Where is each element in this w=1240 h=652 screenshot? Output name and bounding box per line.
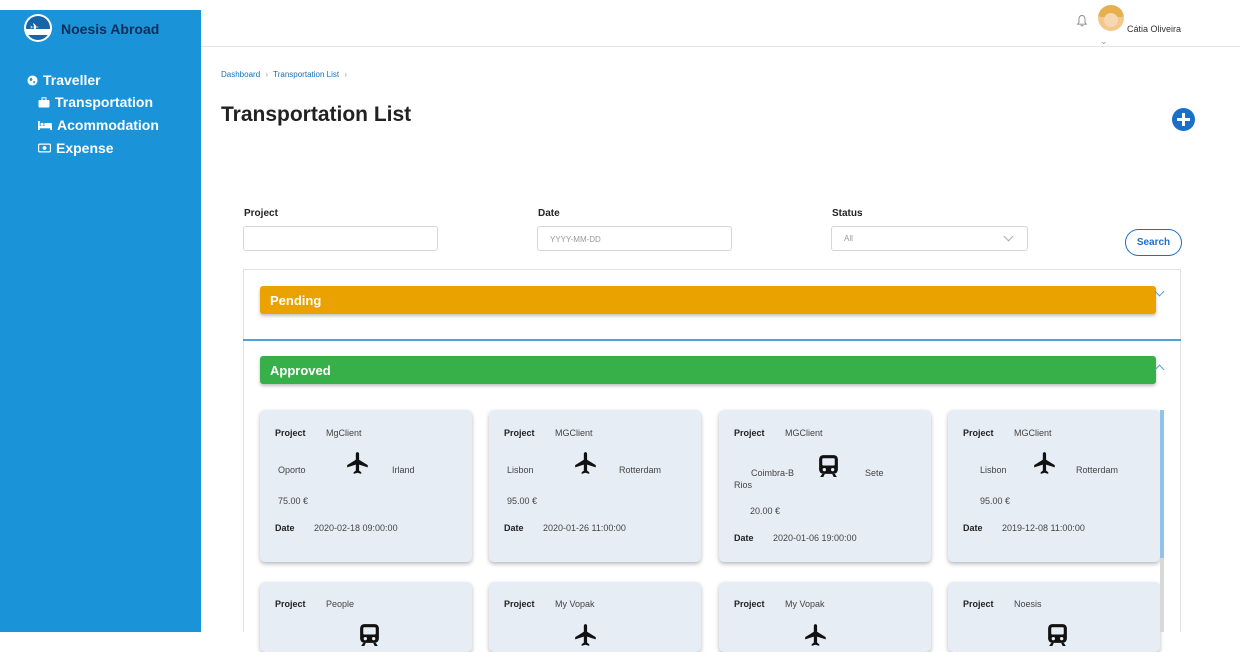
- logo-icon: ✈: [24, 14, 52, 42]
- brand[interactable]: ✈ Noesis Abroad: [0, 10, 201, 47]
- sidebar-item-traveller[interactable]: Traveller: [27, 72, 101, 88]
- card-project-value: My Vopak: [785, 599, 825, 609]
- project-filter-input[interactable]: [243, 226, 438, 251]
- approved-group-header[interactable]: Approved: [260, 356, 1156, 384]
- transport-card[interactable]: Project MGClient Lisbon Rotterdam 95.00 …: [948, 410, 1160, 562]
- card-project-label: Project: [275, 599, 306, 609]
- card-price: 20.00 €: [750, 506, 781, 516]
- breadcrumb-separator: ›: [265, 70, 269, 79]
- page-title: Transportation List: [221, 103, 412, 126]
- date-filter-input[interactable]: YYYY-MM-DD: [537, 226, 732, 251]
- date-filter-label: Date: [538, 208, 560, 219]
- card-project-label: Project: [504, 428, 535, 438]
- train-icon: [816, 453, 841, 478]
- card-project-value: Noesis: [1014, 599, 1042, 609]
- card-project-value: MGClient: [785, 428, 823, 438]
- sidebar-item-label: Expense: [56, 140, 114, 156]
- card-price: 95.00 €: [507, 496, 538, 506]
- search-button[interactable]: Search: [1125, 229, 1182, 256]
- card-project-label: Project: [275, 428, 306, 438]
- transport-card[interactable]: Project MGClient Lisbon Rotterdam 95.00 …: [489, 410, 701, 562]
- card-project-value: My Vopak: [555, 599, 595, 609]
- date-filter-placeholder: YYYY-MM-DD: [550, 235, 601, 244]
- bell-icon[interactable]: [1076, 14, 1088, 28]
- card-project-label: Project: [734, 428, 765, 438]
- card-origin: Oporto: [278, 465, 306, 475]
- card-project-value: MGClient: [1014, 428, 1052, 438]
- card-date-label: Date: [504, 523, 524, 533]
- breadcrumb-separator: ›: [344, 70, 347, 79]
- card-origin-line2: Rios: [734, 480, 753, 490]
- add-transportation-button[interactable]: [1172, 108, 1195, 131]
- plane-icon: [573, 450, 599, 476]
- card-project-value: MGClient: [555, 428, 593, 438]
- card-destination: Rotterdam: [1076, 465, 1119, 475]
- transport-card[interactable]: Project People: [260, 582, 472, 652]
- chevron-down-icon: [1003, 231, 1014, 242]
- breadcrumb: Dashboard › Transportation List ›: [221, 70, 347, 79]
- card-date-label: Date: [963, 523, 983, 533]
- app-name: Noesis Abroad: [61, 21, 160, 37]
- card-destination: Sete: [865, 468, 884, 478]
- status-filter-value: All: [844, 234, 853, 243]
- train-icon: [357, 622, 382, 647]
- user-name[interactable]: Cátia Oliveira: [1127, 24, 1181, 34]
- globe-icon: [27, 74, 38, 86]
- scrollbar-thumb[interactable]: [1160, 410, 1164, 558]
- card-project-value: MgClient: [326, 428, 362, 438]
- card-date-label: Date: [275, 523, 295, 533]
- card-price: 75.00 €: [278, 496, 309, 506]
- card-origin: Coimbra-B: [751, 468, 795, 478]
- breadcrumb-link-transportation-list[interactable]: Transportation List: [273, 70, 339, 79]
- divider: [243, 339, 1181, 341]
- card-date-label: Date: [734, 533, 754, 543]
- project-filter-label: Project: [244, 208, 278, 219]
- card-date-value: 2019-12-08 11:00:00: [1002, 523, 1085, 533]
- card-origin: Lisbon: [980, 465, 1007, 475]
- card-project-label: Project: [734, 599, 765, 609]
- card-project-value: People: [326, 599, 355, 609]
- card-destination: Irland: [392, 465, 415, 475]
- sidebar-item-label: Transportation: [55, 94, 154, 110]
- card-price: 95.00 €: [980, 496, 1011, 506]
- group-label: Pending: [270, 293, 322, 308]
- suitcase-icon: [38, 96, 50, 107]
- card-destination: Rotterdam: [619, 465, 662, 475]
- plane-icon: [1032, 450, 1058, 476]
- train-icon: [1045, 622, 1070, 647]
- chevron-down-icon[interactable]: ⌄: [1100, 36, 1108, 47]
- status-filter-select[interactable]: All: [831, 226, 1028, 251]
- sidebar-item-label: Traveller: [43, 72, 101, 88]
- breadcrumb-link-dashboard[interactable]: Dashboard: [221, 70, 260, 79]
- card-project-label: Project: [963, 428, 994, 438]
- plane-icon: [803, 622, 829, 648]
- transport-card[interactable]: Project My Vopak: [719, 582, 931, 652]
- sidebar-item-transportation[interactable]: Transportation: [38, 94, 153, 110]
- plane-icon: [345, 450, 371, 476]
- bed-icon: [38, 121, 52, 130]
- transport-card[interactable]: Project MgClient Oporto Irland 75.00 € D…: [260, 410, 472, 562]
- card-project-label: Project: [504, 599, 535, 609]
- card-date-value: 2020-02-18 09:00:00: [314, 523, 398, 533]
- group-label: Approved: [270, 363, 331, 378]
- sidebar-item-label: Acommodation: [57, 117, 159, 133]
- card-project-label: Project: [963, 599, 994, 609]
- sidebar: Traveller Transportation Acommodation Ex…: [0, 47, 201, 632]
- status-filter-label: Status: [832, 208, 863, 219]
- transport-card[interactable]: Project MGClient Coimbra-B Rios Sete 20.…: [719, 410, 931, 562]
- card-date-value: 2020-01-26 11:00:00: [543, 523, 626, 533]
- card-origin: Lisbon: [507, 465, 534, 475]
- sidebar-item-expense[interactable]: Expense: [38, 140, 114, 156]
- card-date-value: 2020-01-06 19:00:00: [773, 533, 857, 543]
- transport-card[interactable]: Project Noesis: [948, 582, 1160, 652]
- sidebar-item-acommodation[interactable]: Acommodation: [38, 117, 159, 133]
- money-icon: [38, 143, 51, 153]
- transport-card[interactable]: Project My Vopak: [489, 582, 701, 652]
- avatar[interactable]: [1098, 5, 1124, 31]
- pending-group-header[interactable]: Pending: [260, 286, 1156, 314]
- plane-icon: [573, 622, 599, 648]
